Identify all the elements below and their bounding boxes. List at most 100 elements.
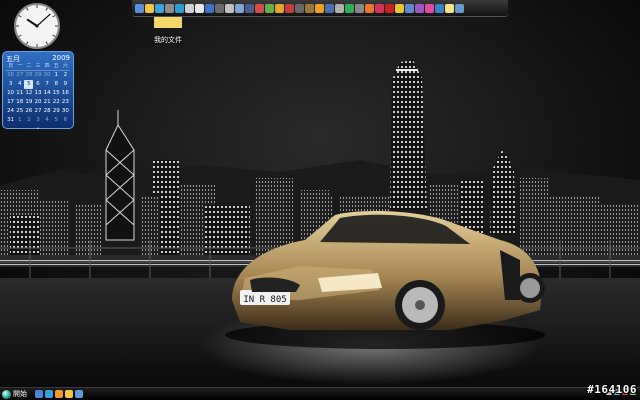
calendar-day[interactable]: 2 [61,71,70,80]
start-button[interactable]: 開始 [0,388,31,400]
calendar-day[interactable]: 10 [6,89,15,98]
search-icon[interactable] [185,3,194,13]
palette-icon[interactable] [425,3,434,13]
calendar-day[interactable]: 12 [24,89,33,98]
calendar-day[interactable]: 30 [43,71,52,80]
shield-icon[interactable] [285,3,294,13]
clock-gadget[interactable] [13,2,61,50]
watermark: #164106 [587,383,637,396]
calendar-day[interactable]: 31 [6,116,15,125]
mail-icon[interactable] [275,3,284,13]
globe-icon[interactable] [155,3,164,13]
book-icon[interactable] [335,3,344,13]
calendar-day[interactable]: 13 [33,89,42,98]
music-icon[interactable] [205,3,214,13]
people-icon[interactable] [415,3,424,13]
calendar-grid: 26 27 28 29 30 1 2 3 4 5 6 7 8 9 10 11 12 13 14 15 16 17 18 19 2… [6,71,70,125]
start-label: 開始 [13,390,27,398]
calendar-nav[interactable]: ⌄ [6,125,70,132]
note-icon[interactable] [445,3,454,13]
calendar-day[interactable]: 19 [24,98,33,107]
computer-icon[interactable] [455,3,464,13]
calendar-day[interactable]: 2 [24,116,33,125]
calendar-day[interactable]: 4 [15,80,24,89]
calendar-day[interactable]: 5 [52,116,61,125]
calendar-day[interactable]: 29 [52,107,61,116]
calendar-day[interactable]: 16 [61,89,70,98]
calendar-week: 3456789 [6,80,70,89]
calendar-day[interactable]: 28 [43,107,52,116]
star-icon[interactable] [315,3,324,13]
desktop-icon-label: 我的文件 [154,36,182,44]
calendar-weekday: 四 [44,63,50,69]
lock-icon[interactable] [405,3,414,13]
mail-icon[interactable] [75,390,83,398]
wallpaper: IN R 805 [0,0,640,400]
calendar-weekday: 六 [62,63,68,69]
calendar-day[interactable]: 30 [61,107,70,116]
calendar-day[interactable]: 24 [6,107,15,116]
calendar-day[interactable]: 27 [15,71,24,80]
calendar-day[interactable]: 1 [52,71,61,80]
chat-icon[interactable] [395,3,404,13]
folder-icon[interactable] [65,390,73,398]
calendar-day[interactable]: 9 [61,80,70,89]
media-icon[interactable] [55,390,63,398]
calendar-day[interactable]: 26 [6,71,15,80]
pdf-icon[interactable] [385,3,394,13]
calendar-day[interactable]: 14 [43,89,52,98]
calendar-day[interactable]: 29 [33,71,42,80]
settings-icon[interactable] [235,3,244,13]
calendar-week: 17 18 19 20 21 22 23 [6,98,70,107]
flower-icon[interactable] [375,3,384,13]
ie-icon[interactable] [45,390,53,398]
calendar-day[interactable]: 15 [52,89,61,98]
play-icon[interactable] [345,3,354,13]
calendar-day[interactable]: 26 [24,107,33,116]
calendar-weekday: 一 [17,63,23,69]
calendar-day[interactable]: 22 [52,98,61,107]
trash-icon[interactable] [165,3,174,13]
desktop[interactable]: IN R 805 五月 2009 日一二三四五六 26 27 28 29 30 1 2 3 4 5… [0,0,640,400]
text-icon[interactable] [325,3,334,13]
calendar-day[interactable]: 17 [6,98,15,107]
calendar-day[interactable]: 3 [6,80,15,89]
calendar-day[interactable]: 6 [61,116,70,125]
calendar-day[interactable]: 6 [33,80,42,89]
calendar-day[interactable]: 20 [33,98,42,107]
calendar-day[interactable]: 8 [52,80,61,89]
chart-icon[interactable] [265,3,274,13]
calendar-day[interactable]: 4 [43,116,52,125]
network-icon[interactable] [135,3,144,13]
clock-icon[interactable] [195,3,204,13]
camera-icon[interactable] [295,3,304,13]
tool-icon[interactable] [305,3,314,13]
calendar-week: 26 27 28 29 30 1 2 [6,71,70,80]
image-icon[interactable] [355,3,364,13]
calendar-day[interactable]: 23 [61,98,70,107]
video-icon[interactable] [245,3,254,13]
calendar-day[interactable]: 5 [24,80,34,89]
calendar-header: 五月 2009 [6,54,70,63]
calendar-day[interactable]: 21 [43,98,52,107]
calendar-weekday: 三 [35,63,41,69]
disc-icon[interactable] [225,3,234,13]
photo-icon[interactable] [435,3,444,13]
calendar-day[interactable]: 27 [33,107,42,116]
calendar-day[interactable]: 7 [43,80,52,89]
license-plate: IN R 805 [243,295,286,305]
calendar-day[interactable]: 1 [15,116,24,125]
dock [132,0,508,17]
refresh-icon[interactable] [175,3,184,13]
calendar-weekday: 日 [8,63,14,69]
calendar-gadget[interactable]: 五月 2009 日一二三四五六 26 27 28 29 30 1 2 3 4 5 6 7 8 9 10 11 1… [2,51,74,132]
desktop-icon[interactable] [35,390,43,398]
calendar-day[interactable]: 25 [15,107,24,116]
paint-icon[interactable] [255,3,264,13]
folder-icon[interactable] [145,3,154,13]
calendar-day[interactable]: 28 [24,71,33,80]
phone-icon[interactable] [215,3,224,13]
calendar-day[interactable]: 18 [15,98,24,107]
firefox-icon[interactable] [365,3,374,13]
calendar-day[interactable]: 11 [15,89,24,98]
